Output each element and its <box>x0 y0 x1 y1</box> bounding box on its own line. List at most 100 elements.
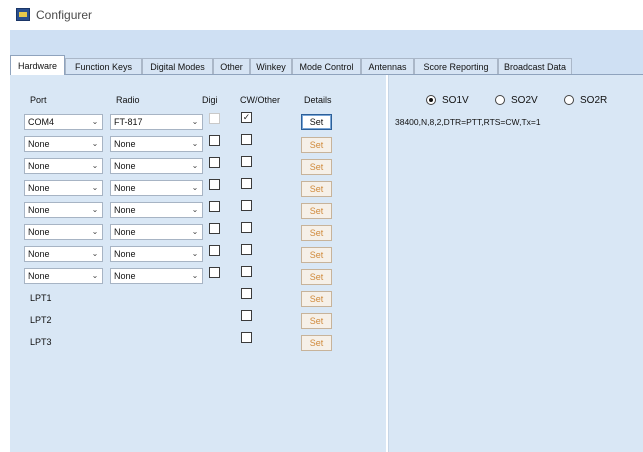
lpt2-label: LPT2 <box>30 315 52 325</box>
set-button[interactable]: Set <box>301 247 332 263</box>
chevron-down-icon[interactable]: ⌄ <box>88 225 102 239</box>
cw-checkbox[interactable] <box>241 266 252 277</box>
digi-checkbox[interactable] <box>209 113 220 124</box>
digi-checkbox[interactable] <box>209 135 220 146</box>
digi-checkbox[interactable] <box>209 223 220 234</box>
port-select[interactable]: None ⌄ <box>24 268 103 284</box>
port-select[interactable]: None ⌄ <box>24 246 103 262</box>
chevron-down-icon[interactable]: ⌄ <box>188 203 202 217</box>
window-title: Configurer <box>36 8 93 22</box>
set-button[interactable]: Set <box>301 269 332 285</box>
radio-select[interactable]: None ⌄ <box>110 246 203 262</box>
cw-checkbox[interactable] <box>241 156 252 167</box>
tab-function-keys[interactable]: Function Keys <box>65 58 142 74</box>
chevron-down-icon[interactable]: ⌄ <box>188 159 202 173</box>
tab-winkey[interactable]: Winkey <box>250 58 292 74</box>
set-button[interactable]: Set <box>301 114 332 130</box>
radio-select[interactable]: None ⌄ <box>110 202 203 218</box>
chevron-down-icon[interactable]: ⌄ <box>88 115 102 129</box>
radio-value: None <box>114 227 136 237</box>
digi-checkbox[interactable] <box>209 201 220 212</box>
set-button[interactable]: Set <box>301 137 332 153</box>
set-button[interactable]: Set <box>301 225 332 241</box>
port-select[interactable]: None ⌄ <box>24 136 103 152</box>
tab-broadcast-data[interactable]: Broadcast Data <box>498 58 572 74</box>
digi-checkbox[interactable] <box>209 179 220 190</box>
so2v-label: SO2V <box>511 95 538 106</box>
radio-select[interactable]: None ⌄ <box>110 136 203 152</box>
col-header-details: Details <box>304 95 332 105</box>
radio-select[interactable]: None ⌄ <box>110 224 203 240</box>
lpt1-label: LPT1 <box>30 293 52 303</box>
port-select[interactable]: None ⌄ <box>24 158 103 174</box>
chevron-down-icon[interactable]: ⌄ <box>88 269 102 283</box>
port-select[interactable]: COM4 ⌄ <box>24 114 103 130</box>
port-value: None <box>28 139 50 149</box>
chevron-down-icon[interactable]: ⌄ <box>88 159 102 173</box>
radio-value: None <box>114 249 136 259</box>
so1v-radio[interactable] <box>426 95 436 105</box>
tab-other[interactable]: Other <box>213 58 250 74</box>
chevron-down-icon[interactable]: ⌄ <box>188 115 202 129</box>
cw-checkbox[interactable] <box>241 244 252 255</box>
digi-checkbox[interactable] <box>209 267 220 278</box>
lpt2-cw-checkbox[interactable] <box>241 310 252 321</box>
cw-checkbox[interactable] <box>241 134 252 145</box>
set-button[interactable]: Set <box>301 203 332 219</box>
radio-value: None <box>114 183 136 193</box>
cw-checkbox[interactable]: ✓ <box>241 112 252 123</box>
tab-score-reporting[interactable]: Score Reporting <box>414 58 498 74</box>
lpt1-set-button[interactable]: Set <box>301 291 332 307</box>
port-value: None <box>28 249 50 259</box>
chevron-down-icon[interactable]: ⌄ <box>88 181 102 195</box>
chevron-down-icon[interactable]: ⌄ <box>188 247 202 261</box>
radio-select[interactable]: None ⌄ <box>110 268 203 284</box>
port-settings-text: 38400,N,8,2,DTR=PTT,RTS=CW,Tx=1 <box>395 117 541 127</box>
col-header-digi: Digi <box>202 95 218 105</box>
cw-checkbox[interactable] <box>241 200 252 211</box>
tab-mode-control[interactable]: Mode Control <box>292 58 361 74</box>
radio-select[interactable]: None ⌄ <box>110 158 203 174</box>
set-button[interactable]: Set <box>301 181 332 197</box>
chevron-down-icon[interactable]: ⌄ <box>188 269 202 283</box>
so-mode-pane: SO1V SO2V SO2R 38400,N,8,2,DTR=PTT,RTS=C… <box>388 75 643 452</box>
lpt3-set-button[interactable]: Set <box>301 335 332 351</box>
digi-checkbox[interactable] <box>209 245 220 256</box>
chevron-down-icon[interactable]: ⌄ <box>88 247 102 261</box>
chevron-down-icon[interactable]: ⌄ <box>88 137 102 151</box>
col-header-radio: Radio <box>116 95 140 105</box>
port-value: None <box>28 227 50 237</box>
chevron-down-icon[interactable]: ⌄ <box>188 137 202 151</box>
set-button[interactable]: Set <box>301 159 332 175</box>
port-value: COM4 <box>28 117 55 127</box>
chevron-down-icon[interactable]: ⌄ <box>88 203 102 217</box>
port-value: None <box>28 183 50 193</box>
col-header-cw: CW/Other <box>240 95 281 105</box>
port-select[interactable]: None ⌄ <box>24 180 103 196</box>
lpt1-cw-checkbox[interactable] <box>241 288 252 299</box>
so2r-radio[interactable] <box>564 95 574 105</box>
radio-select[interactable]: FT-817 ⌄ <box>110 114 203 130</box>
chevron-down-icon[interactable]: ⌄ <box>188 225 202 239</box>
tab-hardware[interactable]: Hardware <box>10 55 65 75</box>
digi-checkbox[interactable] <box>209 157 220 168</box>
cw-checkbox[interactable] <box>241 178 252 189</box>
port-value: None <box>28 271 50 281</box>
checkmark-icon: ✓ <box>242 112 251 122</box>
radio-value: None <box>114 139 136 149</box>
radio-value: FT-817 <box>114 117 143 127</box>
col-header-port: Port <box>30 95 47 105</box>
port-select[interactable]: None ⌄ <box>24 202 103 218</box>
tab-digital-modes[interactable]: Digital Modes <box>142 58 213 74</box>
so2v-radio[interactable] <box>495 95 505 105</box>
chevron-down-icon[interactable]: ⌄ <box>188 181 202 195</box>
radio-value: None <box>114 271 136 281</box>
port-select[interactable]: None ⌄ <box>24 224 103 240</box>
so2r-label: SO2R <box>580 95 608 106</box>
cw-checkbox[interactable] <box>241 222 252 233</box>
lpt3-cw-checkbox[interactable] <box>241 332 252 343</box>
tab-antennas[interactable]: Antennas <box>361 58 414 74</box>
radio-value: None <box>114 161 136 171</box>
radio-select[interactable]: None ⌄ <box>110 180 203 196</box>
lpt2-set-button[interactable]: Set <box>301 313 332 329</box>
